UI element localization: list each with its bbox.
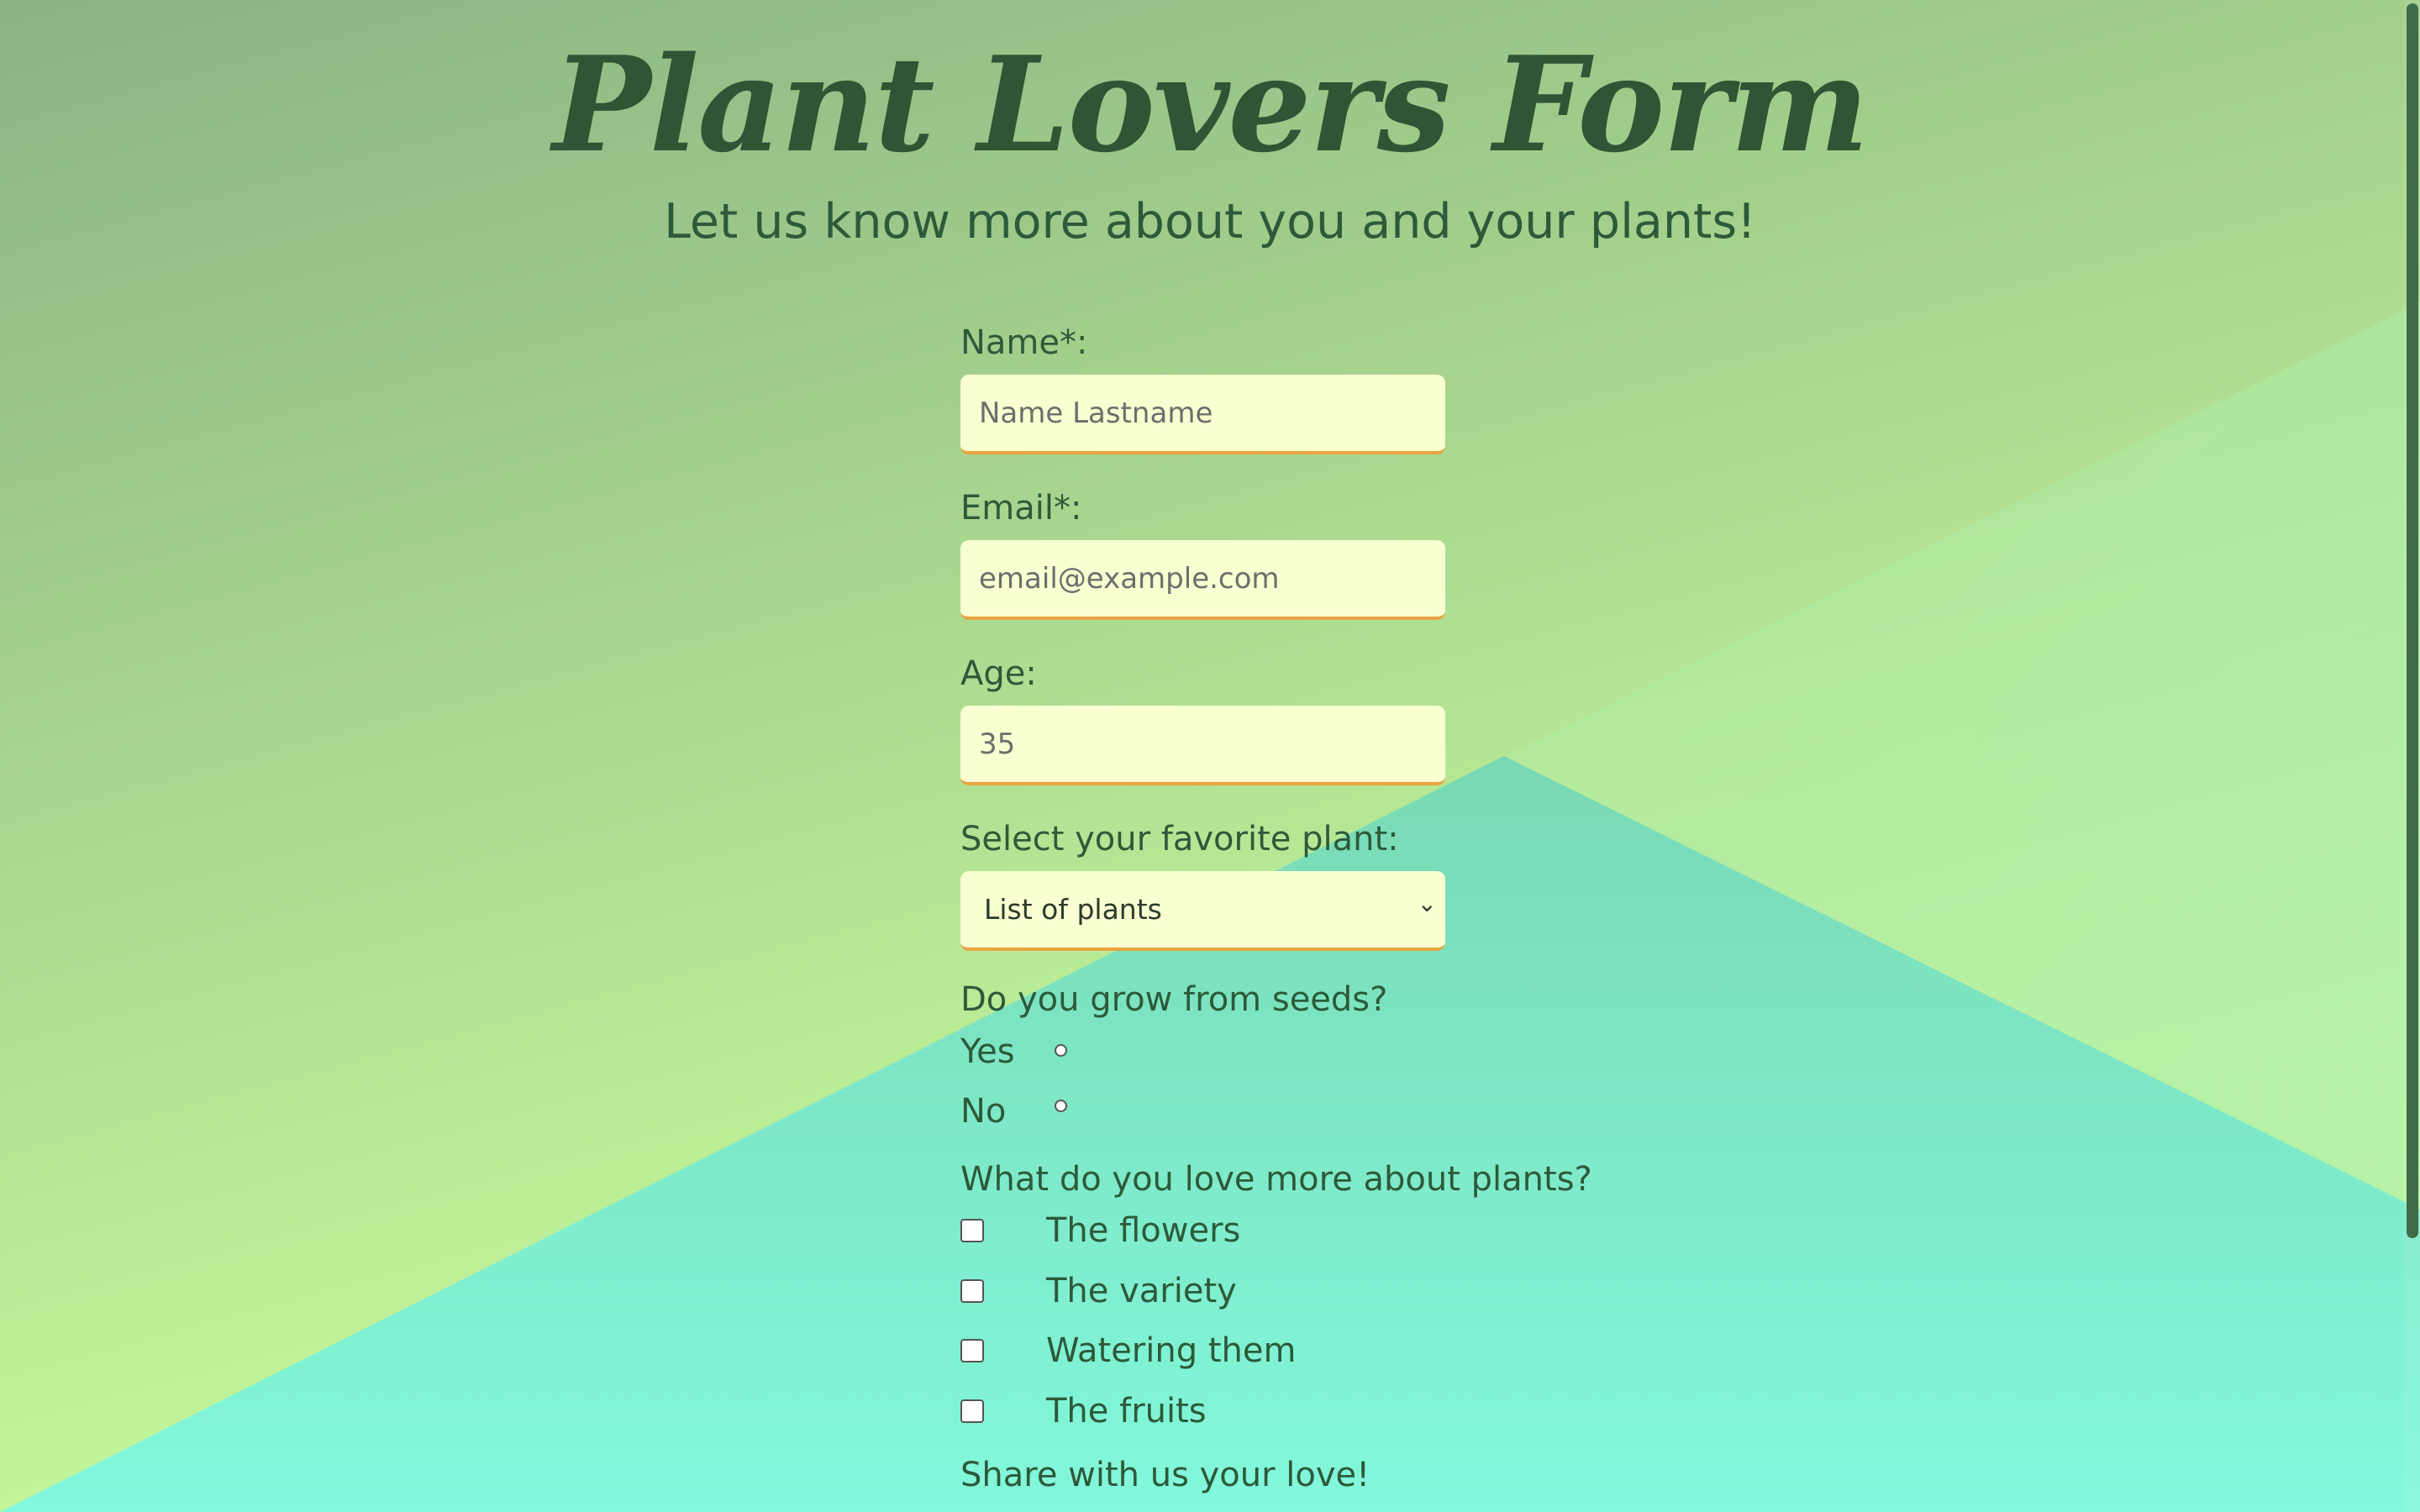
page-subtitle: Let us know more about you and your plan… — [664, 194, 1756, 249]
love-option-fruits[interactable]: The fruits — [960, 1383, 1969, 1444]
radio-label: No — [960, 1092, 1007, 1131]
love-option-watering[interactable]: Watering them — [960, 1323, 1969, 1383]
seeds-option-yes[interactable]: Yes — [960, 1023, 1969, 1083]
radio-button-no[interactable] — [1055, 1100, 1067, 1112]
plant-select[interactable]: List of plants ⌄ — [960, 871, 1445, 951]
scrollbar-thumb[interactable] — [2407, 3, 2418, 1238]
radio-label: Yes — [960, 1032, 1015, 1071]
email-input[interactable] — [960, 540, 1445, 620]
radio-button-yes[interactable] — [1055, 1044, 1067, 1057]
age-input[interactable] — [960, 706, 1445, 785]
page-title: Plant Lovers Form — [552, 28, 1870, 181]
plant-lovers-form: Name*: Email*: Age: Select your favorite… — [960, 319, 1969, 1499]
love-question: What do you love more about plants? — [960, 1160, 1592, 1199]
seeds-option-no[interactable]: No — [960, 1083, 1969, 1142]
love-option-flowers[interactable]: The flowers — [960, 1203, 1969, 1263]
email-label: Email*: — [960, 489, 1082, 528]
checkbox-fruits[interactable] — [960, 1399, 984, 1423]
chevron-down-icon: ⌄ — [1417, 890, 1437, 917]
checkbox-label: The fruits — [1046, 1391, 1207, 1431]
seeds-question: Do you grow from seeds? — [960, 980, 1388, 1019]
share-label: Share with us your love! — [960, 1456, 1370, 1494]
age-label: Age: — [960, 654, 1037, 693]
checkbox-variety[interactable] — [960, 1278, 984, 1303]
plant-select-value: List of plants — [984, 893, 1162, 926]
checkbox-watering[interactable] — [960, 1339, 984, 1362]
checkbox-label: The flowers — [1046, 1211, 1241, 1250]
checkbox-flowers[interactable] — [960, 1219, 984, 1242]
name-label: Name*: — [960, 323, 1088, 362]
name-input[interactable] — [960, 375, 1445, 454]
plant-select-label: Select your favorite plant: — [960, 820, 1399, 858]
love-option-variety[interactable]: The variety — [960, 1263, 1969, 1324]
checkbox-label: The variety — [1046, 1271, 1237, 1310]
checkbox-label: Watering them — [1046, 1331, 1297, 1370]
